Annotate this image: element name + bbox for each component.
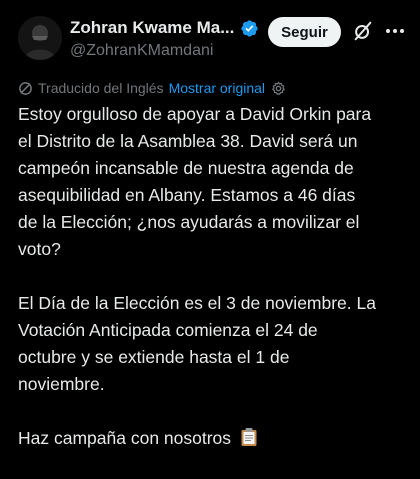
follow-button[interactable]: Seguir: [268, 17, 341, 47]
tweet-paragraph-3: Haz campaña con nosotros: [18, 425, 410, 452]
translate-icon: [19, 81, 32, 95]
avatar[interactable]: [18, 16, 62, 60]
tweet-line: asequibilidad en Albany. Estamos a 46 dí…: [18, 185, 356, 205]
more-icon[interactable]: [384, 24, 406, 38]
gear-icon[interactable]: [271, 81, 286, 96]
tweet-line: El Día de la Elección es el 3 de noviemb…: [18, 293, 376, 313]
tweet-line: el Distrito de la Asamblea 38. David ser…: [18, 131, 358, 151]
tweet-paragraph-1: Estoy orgulloso de apoyar a David Orkin …: [18, 101, 410, 263]
author-handle[interactable]: @ZohranKMamdani: [70, 42, 213, 60]
tweet-line: Estoy orgulloso de apoyar a David Orkin …: [18, 104, 372, 124]
tweet-line: campeón incansable de nuestra agenda de: [18, 158, 354, 178]
clipboard-icon: [241, 428, 257, 446]
grok-icon[interactable]: [352, 20, 374, 42]
tweet-line: voto?: [18, 239, 61, 259]
tweet-line: octubre y se extiende hasta el 1 de: [18, 347, 290, 367]
show-original-link[interactable]: Mostrar original: [169, 80, 265, 96]
translation-notice: Traducido del Inglés Mostrar original: [18, 80, 286, 96]
tweet-line: Haz campaña con nosotros: [18, 428, 232, 448]
tweet-paragraph-2: El Día de la Elección es el 3 de noviemb…: [18, 290, 410, 398]
verified-badge-icon: [241, 19, 258, 37]
author-name-row[interactable]: Zohran Kwame Ma...: [70, 16, 259, 40]
translated-from-label: Traducido del Inglés: [38, 80, 164, 96]
tweet-line: noviembre.: [18, 374, 105, 394]
tweet-text: Estoy orgulloso de apoyar a David Orkin …: [18, 101, 410, 479]
tweet-line: Votación Anticipada comienza el 24 de: [18, 320, 318, 340]
author-display-name[interactable]: Zohran Kwame Ma...: [70, 18, 234, 38]
tweet-line: de la Elección; ¿nos ayudarás a moviliza…: [18, 212, 360, 232]
